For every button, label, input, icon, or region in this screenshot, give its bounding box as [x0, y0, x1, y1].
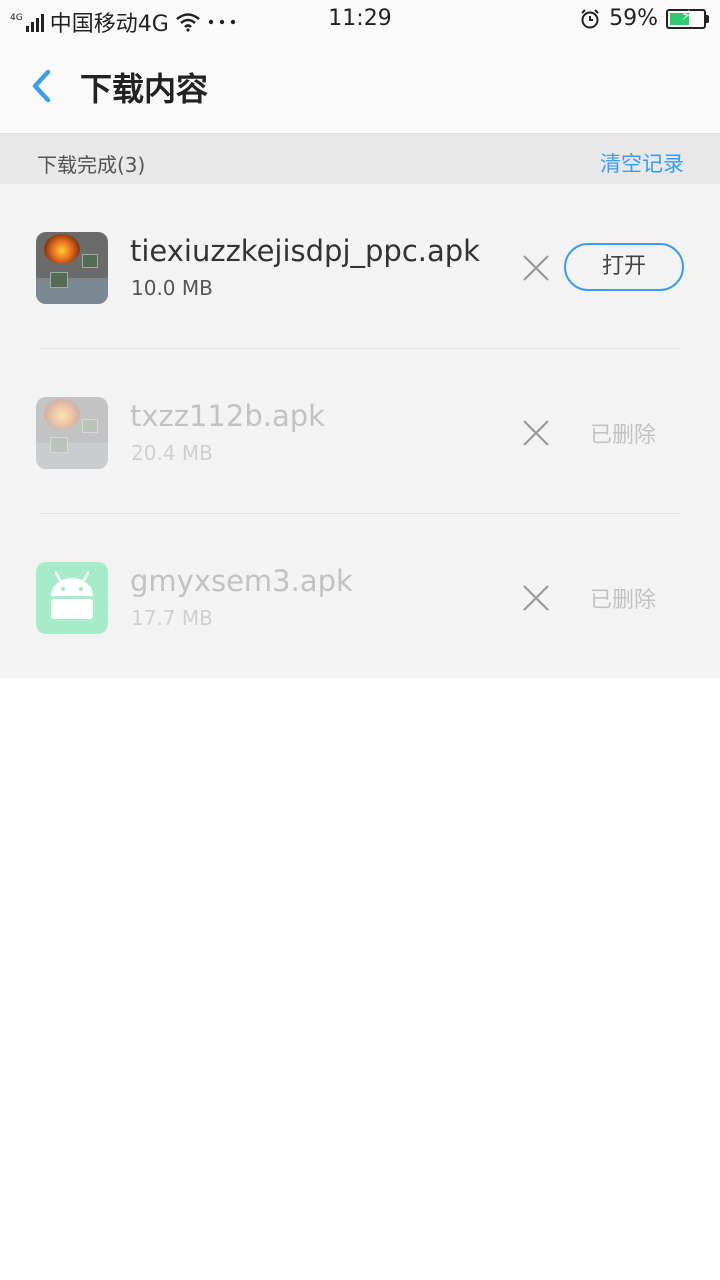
- nav-bar: 下载内容: [0, 40, 720, 134]
- status-right: 59% ⚡: [579, 6, 709, 31]
- charging-bolt-icon: ⚡: [681, 7, 691, 24]
- close-icon[interactable]: [520, 252, 552, 284]
- file-size: 20.4 MB: [131, 441, 213, 465]
- file-name: gmyxsem3.apk: [130, 564, 353, 598]
- tank-game-icon: [36, 397, 108, 469]
- deleted-status: 已删除: [590, 423, 657, 448]
- status-bar: 4G 中国移动4G 11:29 59% ⚡: [0, 0, 720, 40]
- tank-game-icon: [36, 232, 108, 304]
- list-item: txzz112b.apk 20.4 MB 已删除: [0, 349, 720, 514]
- file-size: 10.0 MB: [131, 276, 213, 300]
- file-size: 17.7 MB: [131, 606, 213, 630]
- alarm-icon: [581, 8, 599, 28]
- android-icon: [36, 562, 108, 634]
- page-title: 下载内容: [80, 70, 209, 108]
- close-icon[interactable]: [520, 417, 552, 449]
- section-title: 下载完成(3): [37, 153, 146, 177]
- list-item: gmyxsem3.apk 17.7 MB 已删除: [0, 514, 720, 679]
- section-header: 下载完成(3) 清空记录: [0, 134, 720, 184]
- battery-percent: 59%: [609, 6, 658, 31]
- deleted-status: 已删除: [590, 588, 657, 613]
- clear-records-button[interactable]: 清空记录: [600, 148, 684, 178]
- file-name: txzz112b.apk: [130, 399, 325, 433]
- list-item: tiexiuzzkejisdpj_ppc.apk 10.0 MB 打开: [0, 184, 720, 349]
- file-name: tiexiuzzkejisdpj_ppc.apk: [130, 234, 480, 268]
- open-button[interactable]: 打开: [564, 243, 684, 291]
- download-list: tiexiuzzkejisdpj_ppc.apk 10.0 MB 打开 txzz…: [0, 184, 720, 678]
- chevron-left-icon[interactable]: [26, 66, 56, 106]
- battery-icon: ⚡: [666, 7, 709, 29]
- close-icon[interactable]: [520, 582, 552, 614]
